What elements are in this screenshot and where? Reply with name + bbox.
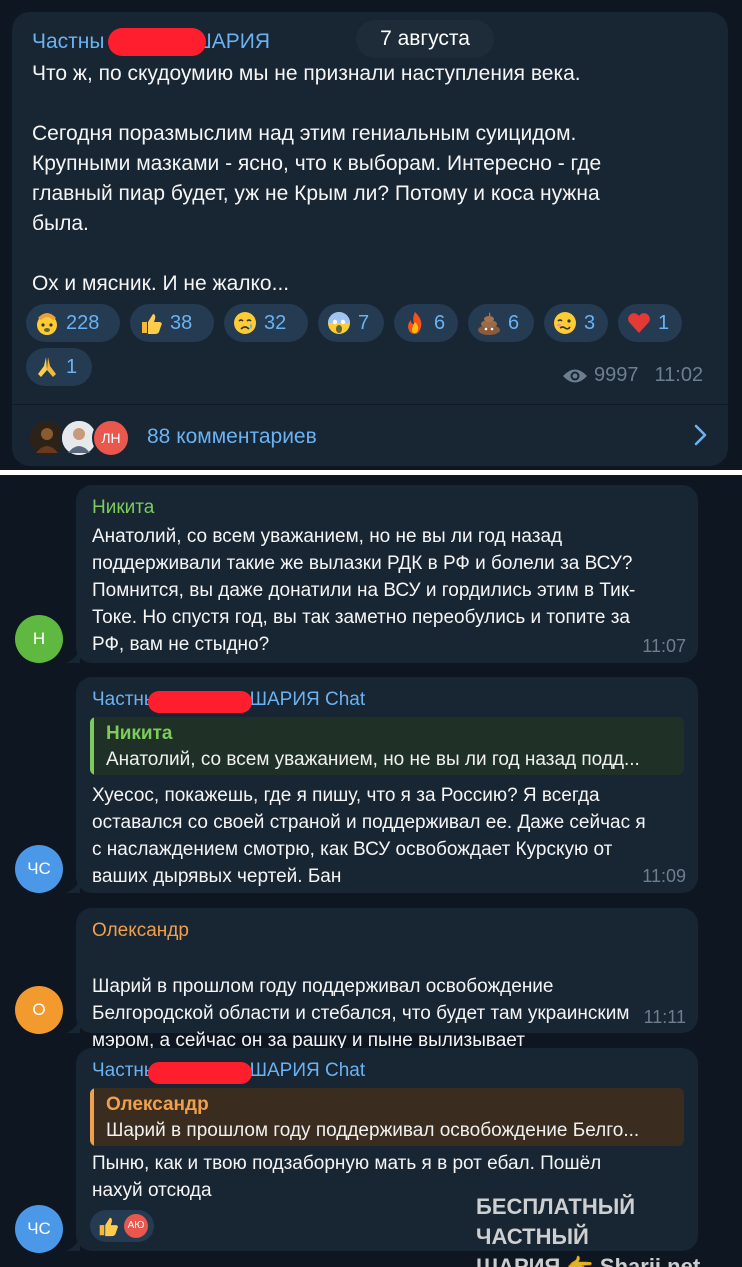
post-text: Что ж, по скудоумию мы не признали насту… <box>32 59 712 299</box>
fire-icon <box>408 312 422 334</box>
reaction-count: 1 <box>658 311 670 334</box>
reaction-count: 32 <box>264 311 287 334</box>
reaction-folded-hands[interactable]: 1 <box>26 348 92 386</box>
reaction-woozy[interactable]: 3 <box>544 304 608 342</box>
reaction-heart[interactable]: 1 <box>618 304 682 342</box>
message-sender[interactable]: Олександр <box>92 920 189 942</box>
message-reaction[interactable]: АЮ <box>90 1210 154 1242</box>
commenter-avatar: ЛН <box>92 419 130 457</box>
screaming-face-icon <box>328 312 350 334</box>
avatar[interactable]: ЧС <box>15 1205 63 1253</box>
eye-icon <box>563 369 587 382</box>
bubble-tail <box>66 1019 80 1033</box>
reaction-thumbs-up[interactable]: 38 <box>130 304 214 342</box>
message-sender[interactable]: Никита <box>92 497 154 519</box>
avatar-image <box>30 421 64 455</box>
view-count: 9997 <box>594 364 639 386</box>
poop-icon <box>478 312 500 335</box>
reaction-count: 6 <box>434 311 446 334</box>
reaction-screaming[interactable]: 7 <box>318 304 384 342</box>
quote-bar <box>90 1088 94 1146</box>
post-paragraph: Что ж, по скудоумию мы не признали насту… <box>32 62 581 85</box>
chevron-right-icon[interactable] <box>688 423 712 447</box>
watermark-line: БЕСПЛАТНЫЙ ЧАСТНЫЙ <box>476 1194 636 1249</box>
reaction-count: 7 <box>358 311 370 334</box>
red-heart-icon <box>628 313 650 333</box>
redaction-mark <box>148 691 252 713</box>
message-time: 11:07 <box>642 636 686 656</box>
message-text-content: Шарий в прошлом году поддерживал освобож… <box>92 976 630 1051</box>
sender-suffix: ШАРИЯ Chat <box>249 1060 366 1081</box>
reaction-count: 1 <box>66 355 78 378</box>
avatar-image <box>62 421 96 455</box>
message-time: 11:09 <box>642 866 686 886</box>
thumbs-up-icon <box>99 1217 118 1237</box>
avatar[interactable]: О <box>15 986 63 1034</box>
sender-suffix: ШАРИЯ Chat <box>249 689 366 710</box>
post-paragraph: Ох и мясник. И не жалко... <box>32 272 290 295</box>
reactor-avatar: АЮ <box>124 1214 148 1238</box>
date-badge[interactable]: 7 августа <box>356 20 494 58</box>
reaction-fire[interactable]: 6 <box>394 304 458 342</box>
woozy-face-icon <box>554 312 576 334</box>
reaction-count: 228 <box>66 311 100 334</box>
post-author-prefix: Частны <box>32 30 105 53</box>
reaction-count: 6 <box>508 311 520 334</box>
reaction-count: 38 <box>170 311 193 334</box>
post-paragraph: Сегодня поразмыслим над этим гениальным … <box>32 122 602 235</box>
thumbs-up-icon <box>142 314 162 334</box>
reply-quote[interactable]: Никита Анатолий, со всем уважанием, но н… <box>90 717 684 775</box>
redaction-mark <box>148 1062 252 1084</box>
avatar[interactable]: Н <box>15 615 63 663</box>
bubble-tail <box>66 879 80 893</box>
bubble-tail <box>66 649 80 663</box>
chat-message[interactable]: Олександр Шарий в прошлом году поддержив… <box>76 908 698 1077</box>
reaction-exploding-head[interactable]: 228 <box>26 304 120 342</box>
reaction-count: 3 <box>584 311 596 334</box>
bubble-tail <box>66 1237 80 1251</box>
avatar[interactable]: ЧС <box>15 845 63 893</box>
reply-name: Олександр <box>106 1094 209 1115</box>
watermark: БЕСПЛАТНЫЙ ЧАСТНЫЙ ШАРИЯ 👉 Sharij.net <box>476 1192 742 1267</box>
reply-text: Шарий в прошлом году поддерживал освобож… <box>106 1120 640 1141</box>
redaction-mark <box>108 28 206 56</box>
comments-link[interactable]: ЛН 88 комментариев <box>12 404 728 466</box>
divider <box>0 470 742 475</box>
exploding-head-icon <box>37 313 57 335</box>
reaction-poop[interactable]: 6 <box>468 304 534 342</box>
reaction-crying[interactable]: 32 <box>224 304 308 342</box>
crying-face-icon <box>234 312 256 334</box>
reply-text: Анатолий, со всем уважанием, но не вы ли… <box>106 749 640 770</box>
watermark-line: ШАРИЯ 👉 Sharij.net <box>476 1254 701 1267</box>
channel-post: Частны ШАРИЯ 7 августа Что ж, по скудоуми… <box>12 12 728 466</box>
reply-quote[interactable]: Олександр Шарий в прошлом году поддержив… <box>90 1088 684 1146</box>
comments-count-label[interactable]: 88 комментариев <box>147 425 317 449</box>
folded-hands-icon <box>38 357 56 377</box>
post-time: 11:02 <box>654 364 704 386</box>
message-text: Хуесос, покажешь, где я пишу, что я за Р… <box>92 785 646 887</box>
message-text: Анатолий, со всем уважанием, но не вы ли… <box>92 526 636 655</box>
quote-bar <box>90 717 94 775</box>
post-meta: 9997 11:02 <box>562 364 703 387</box>
reply-name: Никита <box>106 723 173 744</box>
chat-message[interactable]: Никита Анатолий, со всем уважанием, но н… <box>76 485 698 663</box>
message-time: 11:11 <box>643 1007 686 1027</box>
chat-message[interactable]: Частны ШАРИЯ Chat Никита Анатолий, со все… <box>76 677 698 893</box>
